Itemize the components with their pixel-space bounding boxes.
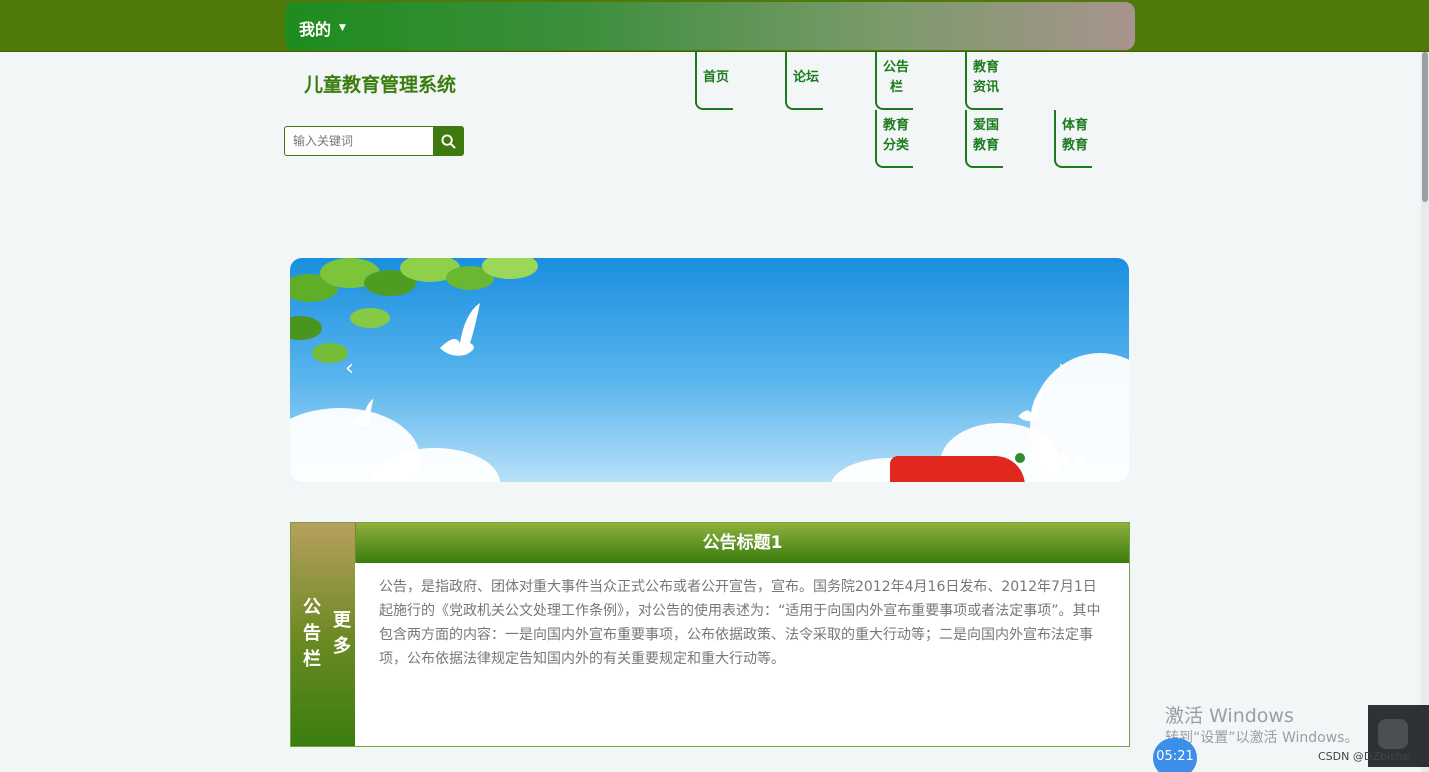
notice-section: 公告栏 更多 公告标题1 公告，是指政府、团体对重大事件当众正式公布或者公开宣告… bbox=[290, 522, 1130, 747]
search-button[interactable] bbox=[433, 126, 464, 156]
carousel-dot[interactable] bbox=[1045, 453, 1055, 463]
nav-sports-edu-label-2: 教育 bbox=[1062, 138, 1089, 153]
nav-forum-label: 论坛 bbox=[793, 70, 820, 85]
leaves-decoration bbox=[290, 258, 538, 363]
nav-edu-category-label-1: 教育 bbox=[883, 118, 910, 133]
banner-prev-button[interactable]: ‹ bbox=[345, 356, 354, 381]
play-icon bbox=[1378, 719, 1408, 749]
caret-down-icon: ▼ bbox=[339, 23, 346, 33]
site-title: 儿童教育管理系统 bbox=[304, 74, 457, 96]
nav-edu-category[interactable]: 教育 分类 bbox=[875, 110, 913, 168]
page-scrollbar[interactable] bbox=[1421, 52, 1429, 772]
search-icon bbox=[441, 133, 456, 149]
nav-edu-news-label-2: 资讯 bbox=[973, 80, 1000, 95]
nav-patriotic-edu[interactable]: 爱国 教育 bbox=[965, 110, 1003, 168]
nav-patriotic-edu-label-1: 爱国 bbox=[973, 118, 1000, 133]
nav-sports-edu[interactable]: 体育 教育 bbox=[1054, 110, 1092, 168]
nav-notice-label-2: 栏 bbox=[890, 80, 904, 95]
nav-patriotic-edu-label-2: 教育 bbox=[973, 138, 1000, 153]
notice-title[interactable]: 公告标题1 bbox=[355, 523, 1129, 563]
nav-edu-news[interactable]: 教育 资讯 bbox=[965, 52, 1003, 110]
carousel-dot[interactable] bbox=[1075, 453, 1085, 463]
carousel-indicators bbox=[1015, 453, 1085, 463]
top-bar-inner: 我的 ▼ bbox=[285, 2, 1135, 50]
search-input[interactable] bbox=[284, 126, 433, 156]
windows-activation-title: 激活 Windows bbox=[1165, 705, 1294, 727]
chevron-right-icon: › bbox=[1058, 356, 1067, 381]
chevron-left-icon: ‹ bbox=[345, 356, 354, 381]
banner-carousel[interactable]: ‹ › bbox=[290, 258, 1129, 482]
notice-body: 公告，是指政府、团体对重大事件当众正式公布或者公开宣告，宣布。国务院2012年4… bbox=[379, 579, 1101, 667]
nav-notice[interactable]: 公告 栏 bbox=[875, 52, 913, 110]
csdn-watermark: CSDN @DZbishe bbox=[1318, 750, 1410, 763]
user-menu-dropdown[interactable]: 我的 ▼ bbox=[299, 16, 346, 40]
nav-home[interactable]: 首页 bbox=[695, 52, 733, 110]
nav-home-label: 首页 bbox=[703, 70, 730, 85]
nav-edu-category-label-2: 分类 bbox=[883, 138, 910, 153]
nav-notice-label-1: 公告 bbox=[883, 60, 910, 75]
red-flag-decoration bbox=[890, 456, 1025, 482]
carousel-dot[interactable] bbox=[1060, 453, 1070, 463]
notice-section-label: 公告栏 bbox=[303, 597, 321, 670]
scrollbar-thumb[interactable] bbox=[1422, 52, 1428, 202]
notice-more-link[interactable]: 更多 bbox=[331, 608, 353, 660]
recording-timer: 05:21 bbox=[1153, 738, 1197, 772]
nav-forum[interactable]: 论坛 bbox=[785, 52, 823, 110]
user-menu-label: 我的 bbox=[299, 20, 332, 39]
banner-next-button[interactable]: › bbox=[1058, 356, 1067, 381]
search-box bbox=[284, 126, 464, 156]
nav-edu-news-label-1: 教育 bbox=[973, 60, 1000, 75]
dove-icon bbox=[440, 303, 480, 356]
windows-activation-subtitle: 转到“设置”以激活 Windows。 bbox=[1165, 730, 1359, 746]
top-bar: 我的 ▼ bbox=[0, 0, 1429, 52]
carousel-dot[interactable] bbox=[1015, 453, 1025, 463]
nav-sports-edu-label-1: 体育 bbox=[1062, 118, 1089, 133]
carousel-dot[interactable] bbox=[1030, 453, 1040, 463]
notice-sidebar: 公告栏 更多 bbox=[291, 523, 355, 746]
